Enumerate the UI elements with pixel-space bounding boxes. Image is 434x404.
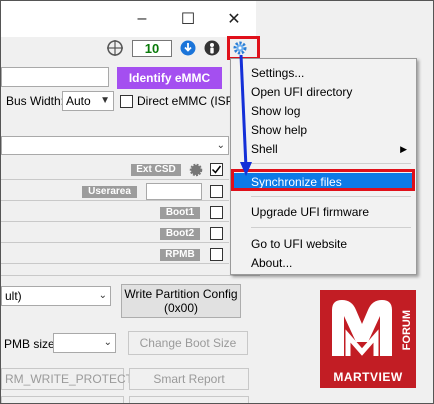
logo-m-icon xyxy=(332,300,392,356)
martview-forum-logo: FORUM MARTVIEW xyxy=(320,290,416,388)
logo-forum-text: FORUM xyxy=(401,310,413,351)
logo-brand-text: MARTVIEW xyxy=(333,370,403,384)
